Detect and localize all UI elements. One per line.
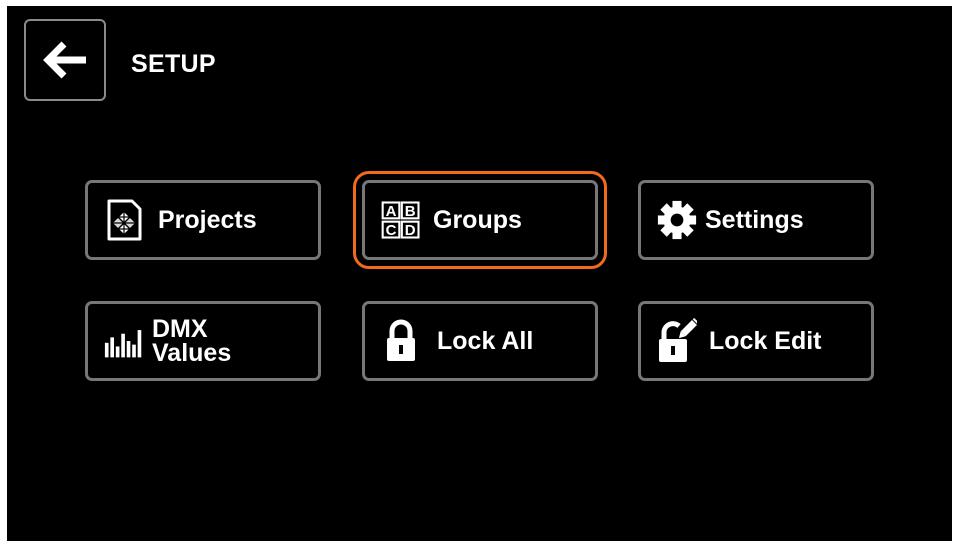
arrow-left-icon xyxy=(43,41,86,79)
lock-all-button[interactable]: Lock All xyxy=(362,301,598,381)
svg-text:A: A xyxy=(386,203,397,220)
lock-edit-label: Lock Edit xyxy=(709,327,822,355)
settings-label: Settings xyxy=(705,206,804,234)
back-button[interactable] xyxy=(24,19,106,101)
abcd-groups-icon: A B C D xyxy=(381,198,421,242)
groups-label: Groups xyxy=(433,206,522,234)
groups-button[interactable]: A B C D Groups xyxy=(353,171,607,269)
padlock-icon xyxy=(381,319,421,363)
settings-button[interactable]: Settings xyxy=(638,180,874,260)
svg-text:C: C xyxy=(386,222,397,239)
dmx-values-button[interactable]: DMX Values xyxy=(85,301,321,381)
page-title: SETUP xyxy=(131,50,216,78)
svg-text:B: B xyxy=(405,203,416,220)
setup-screen: SETUP Projects A B C D Groups Settings D… xyxy=(7,6,952,541)
projects-button[interactable]: Projects xyxy=(85,180,321,260)
lock-all-label: Lock All xyxy=(437,327,534,355)
lock-edit-button[interactable]: Lock Edit xyxy=(638,301,874,381)
gear-icon xyxy=(657,198,697,242)
projects-label: Projects xyxy=(158,206,257,234)
bar-levels-icon xyxy=(104,319,144,363)
project-file-icon xyxy=(104,198,144,242)
lock-edit-icon xyxy=(657,318,697,363)
dmx-values-label: DMX Values xyxy=(152,315,232,367)
svg-text:D: D xyxy=(405,222,416,239)
